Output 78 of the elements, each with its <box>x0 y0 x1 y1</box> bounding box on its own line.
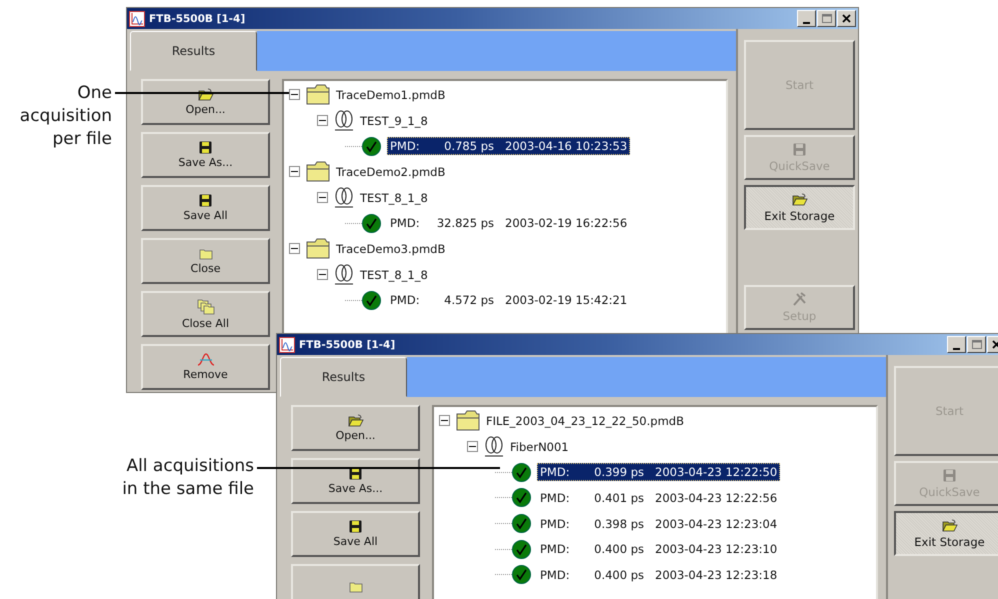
collapse-button[interactable] <box>317 192 328 204</box>
folder-icon <box>306 84 330 106</box>
window-title: FTB-5500B [1-4] <box>299 338 396 350</box>
maximize-icon <box>822 14 832 23</box>
minimize-icon <box>803 22 810 24</box>
collapse-button[interactable] <box>289 89 300 100</box>
toolbar-button[interactable]: Save All <box>291 511 420 557</box>
folders-icon <box>196 298 214 314</box>
close-icon <box>842 14 851 23</box>
folder-icon <box>306 238 330 260</box>
measurement-result[interactable]: PMD: 0.401 ps 2003-04-23 12:22:56 <box>537 488 780 507</box>
toolbar-button[interactable] <box>291 564 420 599</box>
fiber-coil-icon <box>484 436 504 458</box>
tab[interactable]: Results <box>280 357 407 397</box>
check-icon <box>512 540 531 559</box>
check-icon <box>362 214 381 233</box>
fiber-coil-icon <box>334 264 354 286</box>
measurement-result[interactable]: PMD: 0.400 ps 2003-04-23 12:23:10 <box>537 540 780 558</box>
collapse-button[interactable] <box>439 415 450 426</box>
collapse-button[interactable] <box>317 269 328 280</box>
measurement-result[interactable]: PMD: 0.785 ps 2003-04-16 10:23:53 <box>387 137 630 156</box>
file-name[interactable]: TraceDemo2.pmdB <box>336 164 446 179</box>
open-folder-icon <box>942 518 958 532</box>
minimize-button[interactable] <box>947 336 966 353</box>
collapse-button[interactable] <box>317 115 328 126</box>
measurement-result[interactable]: PMD: 0.399 ps 2003-04-23 12:22:50 <box>537 463 780 482</box>
app-icon <box>129 10 145 26</box>
toolbar-button[interactable]: Close All <box>141 291 270 337</box>
folder-icon <box>456 410 480 432</box>
bell-curve-icon <box>196 353 214 366</box>
fiber-name[interactable]: TEST_8_1_8 <box>360 268 428 282</box>
maximize-icon <box>972 340 982 349</box>
maximize-button[interactable] <box>967 336 986 353</box>
measurement-result[interactable]: PMD: 0.400 ps 2003-04-23 12:23:18 <box>537 566 780 584</box>
check-icon <box>512 488 531 508</box>
toolbar-button[interactable]: Remove <box>141 344 270 390</box>
tools-icon <box>792 292 807 306</box>
check-icon <box>362 290 381 310</box>
minimize-button[interactable] <box>797 10 816 27</box>
window-title: FTB-5500B [1-4] <box>149 12 246 24</box>
toolbar-button[interactable]: Save As... <box>291 458 420 504</box>
file-name[interactable]: TraceDemo1.pmdB <box>336 88 446 102</box>
folder-icon <box>348 581 362 593</box>
folder-icon <box>306 161 330 182</box>
tab[interactable]: Results <box>130 31 257 71</box>
minimize-icon <box>953 348 960 350</box>
toolbar-button[interactable]: Open... <box>141 79 270 125</box>
check-icon <box>512 514 531 534</box>
fiber-name[interactable]: FiberN001 <box>510 440 569 454</box>
fiber-name[interactable]: TEST_9_1_8 <box>360 114 428 128</box>
maximize-button[interactable] <box>817 10 836 27</box>
callout-text: All acquisitions in the same file <box>121 455 254 501</box>
action-button[interactable]: Exit Storage <box>744 185 855 230</box>
toolbar-button[interactable]: Close <box>141 238 270 284</box>
toolbar-button[interactable]: Save All <box>141 185 270 231</box>
close-button[interactable] <box>837 10 856 27</box>
measurement-result[interactable]: PMD: 32.825 ps 2003-02-19 16:22:56 <box>387 214 630 232</box>
toolbar-button[interactable]: Open... <box>291 405 420 451</box>
measurement-result[interactable]: PMD: 4.572 ps 2003-02-19 15:42:21 <box>387 291 630 310</box>
open-folder-icon <box>348 414 364 427</box>
collapse-button[interactable] <box>467 441 478 452</box>
fiber-coil-icon <box>334 187 354 208</box>
app-icon <box>279 336 295 352</box>
collapse-button[interactable] <box>289 166 300 178</box>
collapse-button[interactable] <box>289 243 300 254</box>
fiber-name[interactable]: TEST_8_1_8 <box>360 190 428 205</box>
measurement-result[interactable]: PMD: 0.398 ps 2003-04-23 12:23:04 <box>537 514 780 533</box>
callout-text: One acquisition per file <box>18 82 112 151</box>
fiber-coil-icon <box>334 110 354 132</box>
folder-icon <box>198 248 212 260</box>
toolbar-button[interactable]: Save As... <box>141 132 270 178</box>
action-button[interactable]: Exit Storage <box>894 511 998 556</box>
file-name[interactable]: FILE_2003_04_23_12_22_50.pmdB <box>486 414 684 428</box>
check-icon <box>362 136 381 156</box>
check-icon <box>512 462 531 482</box>
check-icon <box>512 565 531 584</box>
file-name[interactable]: TraceDemo3.pmdB <box>336 242 446 256</box>
open-folder-icon <box>792 192 808 206</box>
